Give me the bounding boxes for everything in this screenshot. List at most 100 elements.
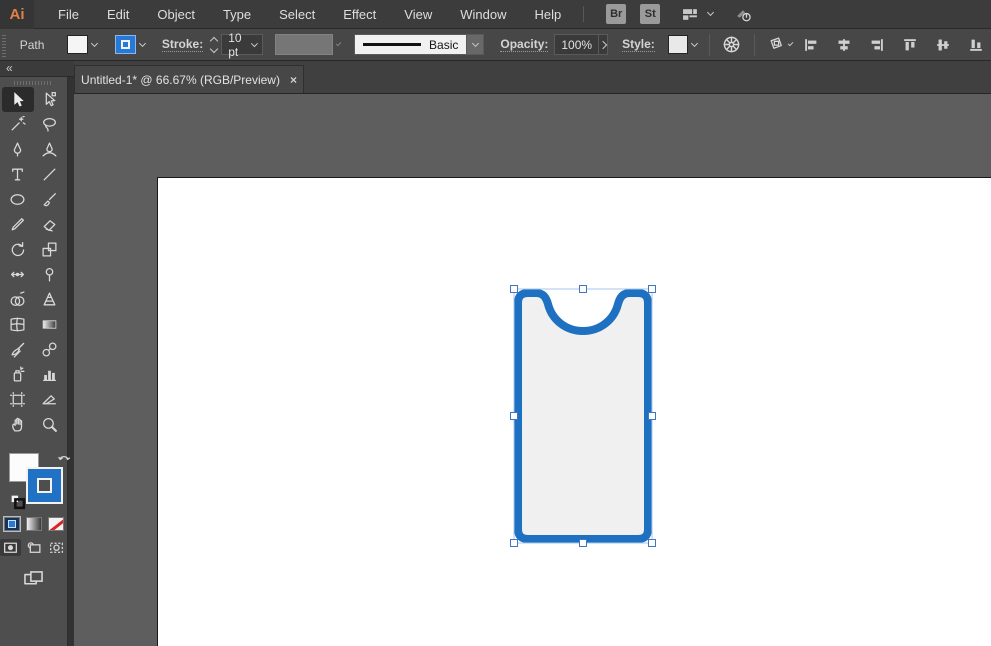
mesh-tool[interactable] — [2, 312, 34, 337]
menu-item-window[interactable]: Window — [446, 7, 520, 22]
direct-selection-tool[interactable] — [34, 87, 66, 112]
zoom-tool[interactable] — [34, 412, 66, 437]
menu-item-view[interactable]: View — [390, 7, 446, 22]
menu-item-select[interactable]: Select — [265, 7, 329, 22]
stepper-down-icon — [209, 44, 219, 53]
illustrator-window: Ai File Edit Object Type Select Effect View Win… — [0, 0, 991, 646]
selection-handle[interactable] — [510, 412, 518, 420]
stroke-weight-stepper[interactable] — [209, 36, 219, 53]
selected-shape[interactable] — [514, 289, 652, 543]
selection-handle[interactable] — [510, 285, 518, 293]
selection-handle[interactable] — [648, 412, 656, 420]
opacity-panel-link[interactable]: Opacity: — [500, 37, 549, 52]
menu-item-file[interactable]: File — [44, 7, 93, 22]
toolbar-grip[interactable] — [14, 80, 53, 86]
graphic-style-select[interactable] — [657, 33, 700, 56]
selection-tool[interactable] — [1, 87, 34, 112]
fill-color-picker[interactable] — [64, 33, 100, 56]
tab-close-button[interactable]: × — [290, 73, 297, 87]
menu-item-effect[interactable]: Effect — [329, 7, 390, 22]
document-tab-bar: Untitled-1* @ 66.67% (RGB/Preview) × — [74, 61, 991, 93]
width-tool[interactable] — [2, 262, 34, 287]
stroke-panel-link[interactable]: Stroke: — [161, 37, 204, 52]
style-panel-link[interactable]: Style: — [622, 37, 655, 52]
draw-normal-button[interactable] — [0, 539, 21, 556]
fill-stroke-cluster — [0, 453, 71, 511]
curvature-tool[interactable] — [34, 137, 66, 162]
screen-mode-button[interactable] — [19, 566, 48, 591]
symbol-sprayer-tool[interactable] — [2, 362, 34, 387]
blend-tool[interactable] — [34, 337, 66, 362]
brush-chevron-button[interactable] — [466, 35, 484, 54]
stroke-color-picker[interactable] — [112, 33, 148, 56]
artboard-tool[interactable] — [2, 387, 34, 412]
selection-handle[interactable] — [579, 285, 587, 293]
opacity-value: 100% — [561, 37, 593, 52]
tool-grid — [0, 87, 67, 437]
toolbar-panel — [0, 77, 71, 646]
scale-tool[interactable] — [34, 237, 66, 262]
document-tab[interactable]: Untitled-1* @ 66.67% (RGB/Preview) × — [74, 65, 304, 93]
draw-behind-button[interactable] — [23, 539, 44, 556]
shaper-tool[interactable] — [2, 212, 34, 237]
controlbar-separator — [708, 33, 710, 56]
chevron-down-icon — [471, 39, 479, 47]
perspective-grid-tool[interactable] — [34, 287, 66, 312]
style-swatch — [667, 35, 688, 54]
panel-grip[interactable] — [2, 32, 6, 57]
hand-tool[interactable] — [2, 412, 34, 437]
stroke-weight-select[interactable]: 10 pt — [221, 31, 263, 59]
stroke-swatch-control[interactable] — [26, 467, 63, 504]
type-tool[interactable] — [2, 162, 34, 187]
menu-item-edit[interactable]: Edit — [93, 7, 143, 22]
align-buttons — [800, 36, 987, 54]
collapse-panel-button[interactable]: « — [0, 61, 74, 77]
eyedropper-tool[interactable] — [2, 337, 34, 362]
column-graph-tool[interactable] — [34, 362, 66, 387]
menu-item-help[interactable]: Help — [520, 7, 575, 22]
selection-handle[interactable] — [648, 285, 656, 293]
pen-tool[interactable] — [2, 137, 34, 162]
color-button[interactable] — [2, 516, 21, 532]
gradient-tool[interactable] — [34, 312, 66, 337]
selection-handle[interactable] — [510, 539, 518, 547]
brush-definition-select[interactable]: Basic — [354, 34, 485, 55]
menu-item-object[interactable]: Object — [143, 7, 209, 22]
menu-item-type[interactable]: Type — [209, 7, 265, 22]
opacity-expand-button[interactable] — [598, 34, 609, 55]
recolor-artwork-button[interactable] — [718, 33, 745, 56]
paintbrush-tool[interactable] — [34, 187, 66, 212]
stock-button[interactable]: St — [640, 4, 661, 24]
align-bottom-button[interactable] — [965, 36, 987, 54]
transform-menu-button[interactable] — [764, 34, 789, 55]
magic-wand-tool[interactable] — [2, 112, 34, 137]
bridge-button[interactable]: Br — [606, 4, 627, 24]
align-right-button[interactable] — [866, 36, 888, 54]
align-top-button[interactable] — [899, 36, 921, 54]
align-left-button[interactable] — [800, 36, 822, 54]
workspace-switcher[interactable] — [678, 4, 715, 25]
brush-stroke-preview — [363, 43, 422, 46]
align-middle-v-button[interactable] — [932, 36, 954, 54]
lasso-tool[interactable] — [34, 112, 66, 137]
line-segment-tool[interactable] — [34, 162, 66, 187]
shape-builder-tool[interactable] — [2, 287, 34, 312]
rotate-tool[interactable] — [2, 237, 34, 262]
selection-type-label: Path — [19, 37, 45, 52]
align-center-h-button[interactable] — [833, 36, 855, 54]
draw-inside-button[interactable] — [46, 539, 67, 556]
puppet-warp-tool[interactable] — [34, 262, 66, 287]
chevron-down-icon — [138, 39, 146, 47]
eraser-tool[interactable] — [34, 212, 66, 237]
selection-handle[interactable] — [579, 539, 587, 547]
canvas-pasteboard[interactable] — [74, 93, 991, 646]
opacity-input[interactable]: 100% — [554, 34, 600, 55]
selection-handle[interactable] — [648, 539, 656, 547]
gpu-performance-button[interactable] — [731, 4, 756, 25]
slice-tool[interactable] — [34, 387, 66, 412]
gradient-button[interactable] — [25, 517, 42, 531]
gpu-performance-icon — [731, 4, 756, 25]
ellipse-tool[interactable] — [2, 187, 34, 212]
none-button[interactable] — [47, 517, 64, 531]
appearance-buttons — [0, 516, 67, 532]
